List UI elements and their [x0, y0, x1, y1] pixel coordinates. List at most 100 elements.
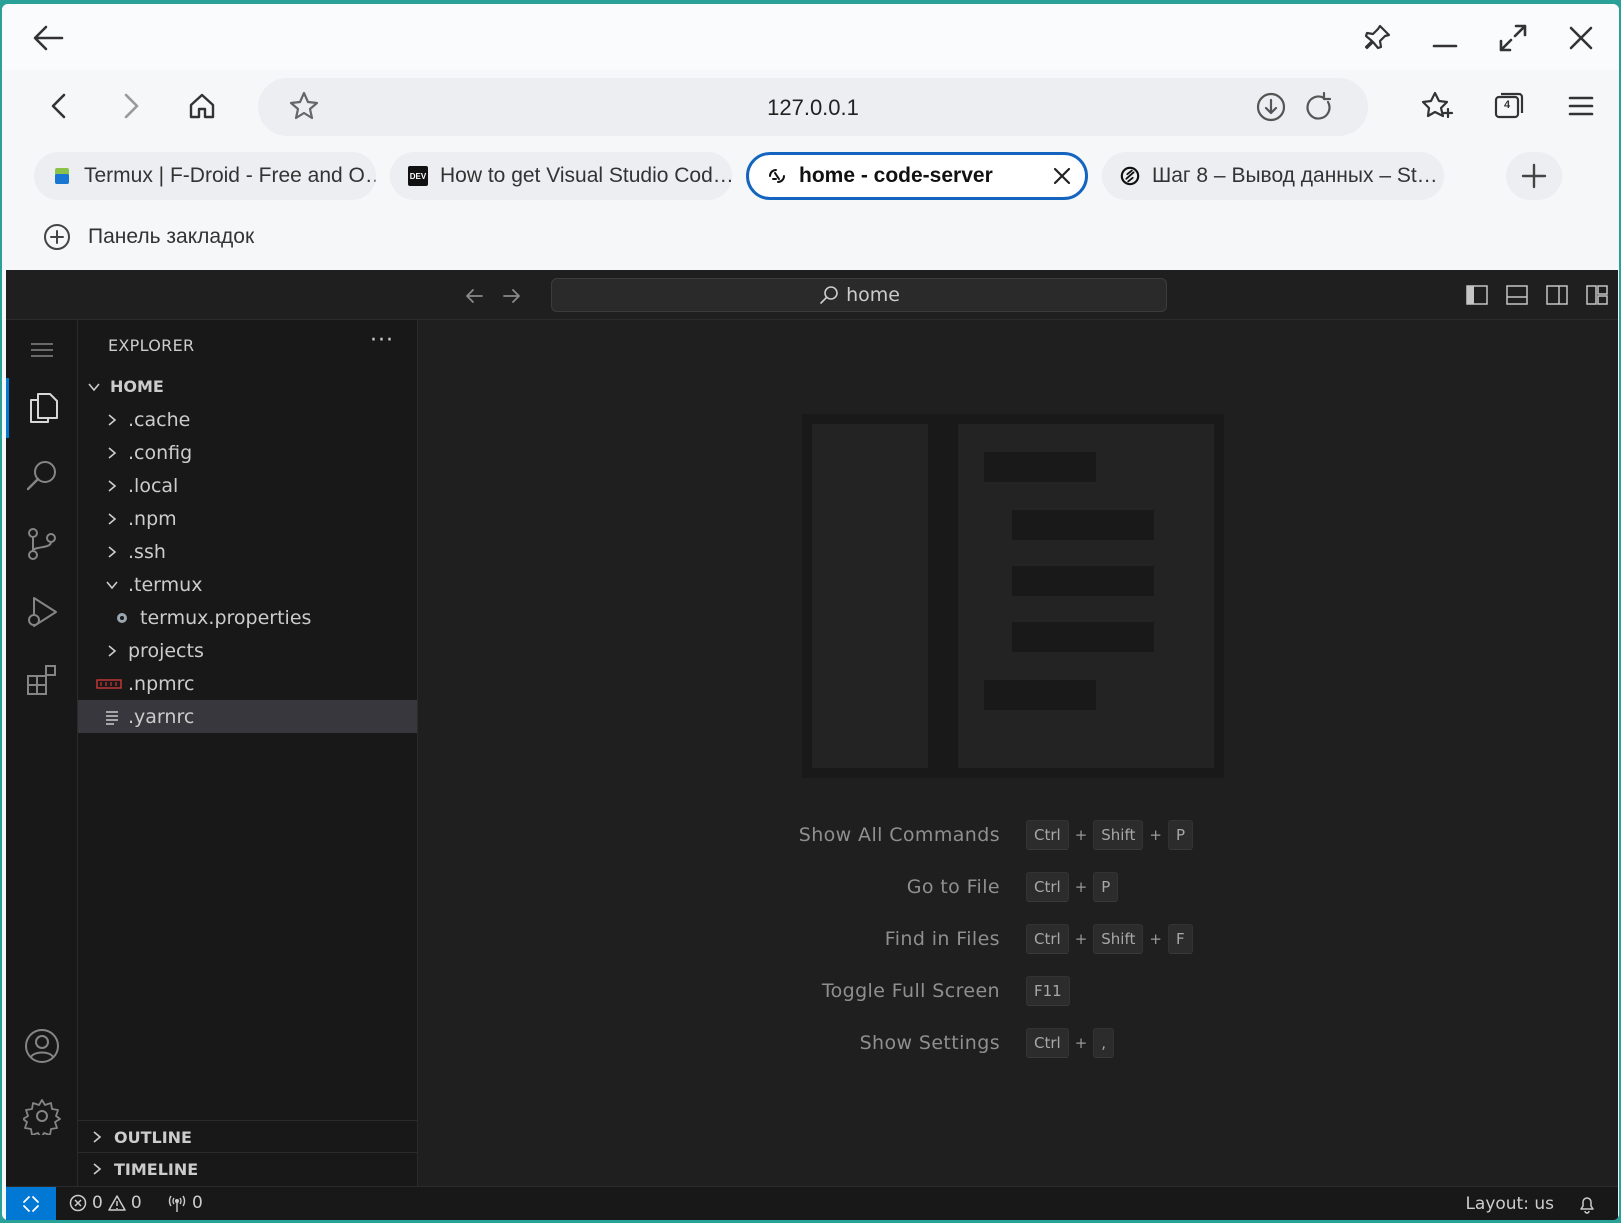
- broadcast-icon: [168, 1195, 186, 1212]
- extensions-icon[interactable]: [6, 650, 78, 710]
- application-menu-icon[interactable]: [6, 320, 78, 380]
- remote-indicator-icon[interactable]: [6, 1187, 56, 1220]
- run-and-debug-icon[interactable]: [6, 582, 78, 642]
- bookmarks-bar-label[interactable]: Панель закладок: [88, 225, 254, 249]
- menu-icon[interactable]: [1561, 86, 1601, 126]
- vscode-watermark-icon: [802, 414, 1224, 778]
- pin-icon[interactable]: [1357, 18, 1397, 58]
- ports-indicator[interactable]: 0: [166, 1193, 203, 1213]
- maximize-icon[interactable]: [1493, 18, 1533, 58]
- shortcut-row[interactable]: Find in Files Ctrl + Shift + F: [418, 922, 1618, 956]
- tree-item-file[interactable]: .npmrc: [78, 667, 417, 700]
- chevron-right-icon: [93, 1163, 102, 1175]
- tree-item-folder[interactable]: projects: [78, 634, 417, 667]
- toggle-primary-sidebar-icon[interactable]: [1464, 282, 1490, 308]
- title-bar: [2, 4, 1619, 70]
- chevron-right-icon: [104, 478, 120, 494]
- search-icon: [820, 286, 838, 304]
- dev-favicon-icon: DEV: [408, 166, 428, 186]
- minimize-icon[interactable]: [1425, 18, 1465, 58]
- error-icon: [69, 1194, 87, 1212]
- tab-code-server[interactable]: home - code-server: [746, 152, 1088, 200]
- chevron-right-icon: [104, 412, 120, 428]
- tab-dev-article[interactable]: DEV How to get Visual Studio Cod…: [390, 152, 732, 200]
- close-tab-icon[interactable]: [1051, 165, 1073, 193]
- toggle-secondary-sidebar-icon[interactable]: [1544, 282, 1570, 308]
- favorites-icon[interactable]: [1417, 86, 1457, 126]
- go-back-icon[interactable]: [462, 284, 486, 314]
- close-window-icon[interactable]: [1561, 18, 1601, 58]
- tree-item-folder[interactable]: .ssh: [78, 535, 417, 568]
- tab-termux[interactable]: Termux | F-Droid - Free and O…: [34, 152, 376, 200]
- bookmarks-bar[interactable]: Панель закладок: [42, 222, 254, 252]
- shortcut-row[interactable]: Go to File Ctrl + P: [418, 870, 1618, 904]
- source-control-icon[interactable]: [6, 514, 78, 574]
- chevron-right-icon: [104, 445, 120, 461]
- forward-icon[interactable]: [110, 86, 150, 126]
- gear-file-icon: [114, 610, 130, 626]
- tree-item-folder[interactable]: .config: [78, 436, 417, 469]
- shortcut-row[interactable]: Show Settings Ctrl + ,: [418, 1026, 1618, 1060]
- download-icon[interactable]: [1254, 90, 1288, 129]
- tree-item-file-selected[interactable]: .yarnrc: [78, 700, 417, 733]
- outline-section[interactable]: OUTLINE: [78, 1120, 417, 1153]
- tree-item-folder-expanded[interactable]: .termux: [78, 568, 417, 601]
- tab-title: home - code-server: [799, 164, 993, 187]
- vscode-title-bar: home: [6, 270, 1618, 320]
- tab-stepik[interactable]: Шаг 8 – Вывод данных – St…: [1102, 152, 1444, 200]
- problems-indicator[interactable]: 0 0: [68, 1193, 142, 1213]
- manage-gear-icon[interactable]: [6, 1086, 78, 1146]
- customize-layout-icon[interactable]: [1584, 282, 1610, 308]
- fdroid-favicon-icon: [52, 166, 72, 186]
- command-center-search[interactable]: home: [551, 278, 1167, 312]
- chevron-down-icon: [104, 577, 120, 593]
- activity-bar: [6, 320, 78, 1186]
- status-bar: 0 0 0 Layout: us: [6, 1186, 1618, 1220]
- notifications-bell-icon[interactable]: [1576, 1193, 1598, 1220]
- editor-area: Show All Commands Ctrl + Shift + P Go to F…: [418, 320, 1618, 1186]
- explorer-icon[interactable]: [6, 378, 78, 438]
- shortcut-row[interactable]: Toggle Full Screen F11: [418, 974, 1618, 1008]
- chevron-right-icon: [104, 544, 120, 560]
- stepik-favicon-icon: [1120, 166, 1140, 186]
- tab-count: 4: [1504, 99, 1511, 111]
- explorer-more-actions-icon[interactable]: ···: [370, 328, 394, 353]
- new-tab-button[interactable]: [1506, 152, 1562, 200]
- text-file-icon: [104, 709, 120, 725]
- tab-title: Termux | F-Droid - Free and O…: [84, 164, 376, 187]
- navigation-bar: 127.0.0.1 4: [2, 70, 1619, 144]
- keyboard-layout-status[interactable]: Layout: us: [1465, 1194, 1554, 1214]
- tree-item-folder[interactable]: .cache: [78, 403, 417, 436]
- back-icon[interactable]: [40, 86, 80, 126]
- address-bar[interactable]: 127.0.0.1: [258, 78, 1368, 136]
- tree-item-folder[interactable]: .local: [78, 469, 417, 502]
- tree-item-folder[interactable]: .npm: [78, 502, 417, 535]
- home-icon[interactable]: [182, 86, 222, 126]
- back-arrow-icon[interactable]: [28, 18, 68, 58]
- tree-item-file[interactable]: termux.properties: [78, 601, 417, 634]
- tab-strip: Termux | F-Droid - Free and O… DEV How t…: [2, 150, 1619, 206]
- explorer-sidebar: EXPLORER ··· HOME .cache .config .local: [78, 320, 418, 1186]
- chevron-right-icon: [104, 643, 120, 659]
- toggle-panel-icon[interactable]: [1504, 282, 1530, 308]
- search-view-icon[interactable]: [6, 446, 78, 506]
- npm-file-icon: [96, 676, 122, 692]
- explorer-title: EXPLORER: [108, 336, 195, 355]
- shortcut-row[interactable]: Show All Commands Ctrl + Shift + P: [418, 818, 1618, 852]
- go-forward-icon[interactable]: [500, 284, 524, 314]
- tab-title: Шаг 8 – Вывод данных – St…: [1152, 164, 1438, 187]
- workspace-root[interactable]: HOME: [78, 370, 417, 403]
- reload-icon[interactable]: [1302, 90, 1336, 129]
- add-bookmark-icon[interactable]: [42, 222, 72, 252]
- chevron-right-icon: [104, 511, 120, 527]
- timeline-section[interactable]: TIMELINE: [78, 1152, 417, 1185]
- accounts-icon[interactable]: [6, 1016, 78, 1076]
- url-text[interactable]: 127.0.0.1: [258, 95, 1368, 121]
- file-tree: HOME .cache .config .local .npm .ssh .te…: [78, 370, 417, 733]
- warning-icon: [108, 1195, 126, 1211]
- chevron-down-icon: [86, 379, 102, 395]
- code-server-workbench: home EXPLORER ··· HOME .cache .config .l…: [6, 270, 1618, 1220]
- browser-window: 127.0.0.1 4 Termux | F-Droid - Free and …: [2, 4, 1619, 1220]
- tab-title: How to get Visual Studio Cod…: [440, 164, 732, 187]
- tabs-counter-icon[interactable]: 4: [1489, 86, 1529, 126]
